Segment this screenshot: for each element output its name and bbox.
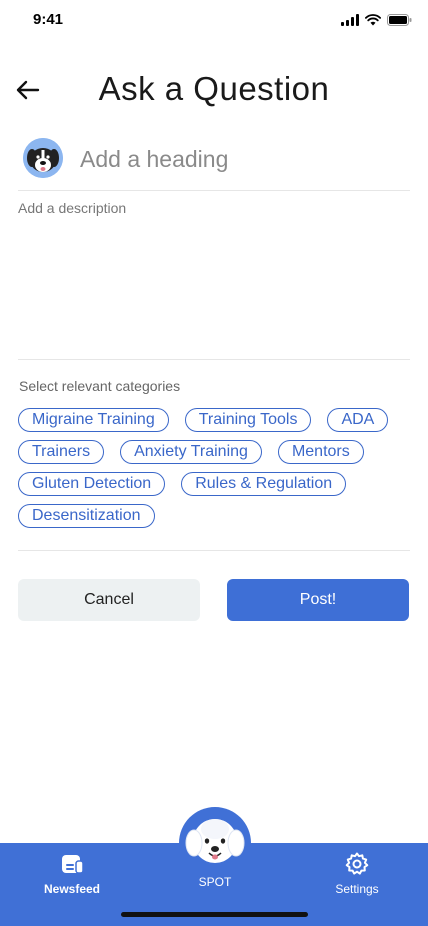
- chip-training-tools[interactable]: Training Tools: [184, 408, 312, 432]
- description-input[interactable]: [18, 200, 410, 350]
- signal-icon: [341, 14, 359, 26]
- header: Ask a Question: [0, 66, 428, 118]
- chip-row: Migraine Training Training Tools ADA: [18, 408, 418, 432]
- dog-face-icon: [185, 819, 245, 863]
- tab-settings[interactable]: Settings: [321, 843, 393, 903]
- chip-trainers[interactable]: Trainers: [18, 440, 105, 464]
- status-bar: 9:41: [0, 0, 428, 44]
- categories-label: Select relevant categories: [19, 378, 181, 394]
- chip-row: Desensitization: [18, 504, 418, 528]
- spot-label: SPOT: [198, 875, 232, 889]
- spot-button[interactable]: [179, 807, 251, 879]
- heading-input[interactable]: [80, 141, 400, 177]
- status-time: 9:41: [33, 11, 64, 28]
- chip-rules-regulation[interactable]: Rules & Regulation: [181, 472, 347, 496]
- page-title: Ask a Question: [98, 70, 330, 107]
- tab-newsfeed[interactable]: Newsfeed: [36, 843, 108, 903]
- category-chips: Migraine Training Training Tools ADA Tra…: [18, 408, 418, 536]
- newsfeed-icon: [62, 855, 84, 874]
- battery-icon: [387, 14, 412, 26]
- chip-ada[interactable]: ADA: [327, 408, 389, 432]
- wifi-icon: [365, 14, 381, 26]
- heading-row: [18, 136, 410, 191]
- chip-anxiety-training[interactable]: Anxiety Training: [120, 440, 262, 464]
- tab-newsfeed-label: Newsfeed: [43, 882, 101, 896]
- chip-row: Trainers Anxiety Training Mentors: [18, 440, 418, 464]
- chip-row: Gluten Detection Rules & Regulation: [18, 472, 418, 496]
- tab-settings-label: Settings: [335, 882, 379, 896]
- status-icons: [341, 14, 412, 26]
- chip-migraine-training[interactable]: Migraine Training: [18, 408, 169, 432]
- chip-gluten-detection[interactable]: Gluten Detection: [18, 472, 166, 496]
- divider: [18, 359, 410, 360]
- avatar: [23, 138, 63, 178]
- cancel-button[interactable]: Cancel: [18, 579, 200, 621]
- divider: [18, 550, 410, 551]
- chip-desensitization[interactable]: Desensitization: [18, 504, 155, 528]
- home-indicator: [121, 912, 308, 917]
- post-button[interactable]: Post!: [227, 579, 409, 621]
- chip-mentors[interactable]: Mentors: [277, 440, 364, 464]
- gear-icon: [345, 852, 369, 875]
- dog-avatar-icon: [23, 138, 63, 178]
